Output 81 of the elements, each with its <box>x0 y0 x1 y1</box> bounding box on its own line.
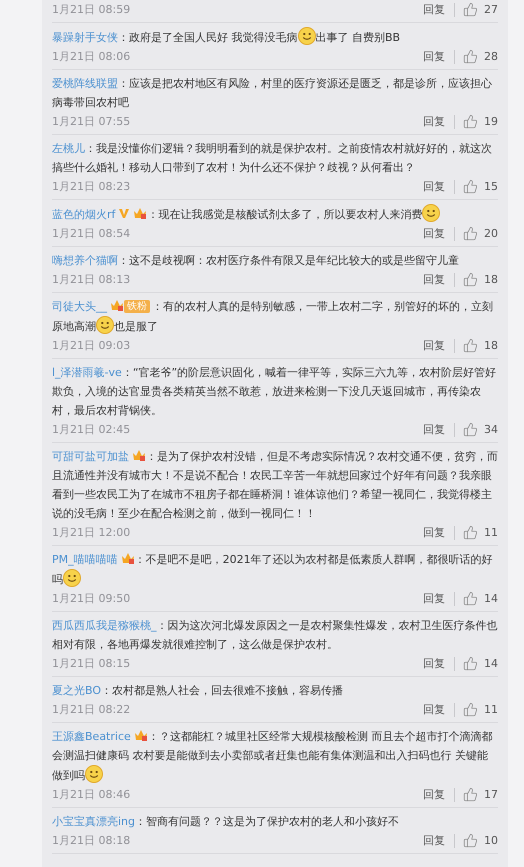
reply-link[interactable]: 回复 <box>423 114 455 128</box>
reply-link[interactable]: 回复 <box>423 180 455 194</box>
comment-time: 1月21日 09:03 <box>52 338 132 353</box>
thumbs-up-icon[interactable] <box>463 114 478 129</box>
comment-text: 夏之光BO：农村都是熟人社会，回去很难不接触，容易传播 <box>52 683 344 699</box>
like-count: 15 <box>484 180 498 193</box>
comment-time: 1月21日 08:06 <box>52 49 132 64</box>
reply-link[interactable]: 回复 <box>423 338 455 352</box>
reply-link[interactable]: 回复 <box>423 702 455 716</box>
thumbs-up-icon[interactable] <box>463 272 478 287</box>
comment-time: 1月21日 08:54 <box>52 226 132 241</box>
thumbs-up-icon[interactable] <box>463 656 478 671</box>
comment-text: 嗨想养个猫啊：这不是歧视啊：农村医疗条件有限又是年纪比较大的或是些留守儿童 <box>52 253 460 269</box>
reply-link[interactable]: 回复 <box>423 788 455 802</box>
comment-time: 1月21日 08:13 <box>52 272 132 287</box>
thumbs-up-icon[interactable] <box>463 787 478 802</box>
like-count: 18 <box>484 339 498 352</box>
comment-text: 西瓜西瓜我是猕猴桃_：因为这次河北爆发原因之一是农村聚集性爆发，农村卫生医疗条件也相对有限，各地再爆发就很难控制了，这么做是保护农村。 <box>52 618 498 653</box>
comment-time: 1月21日 08:18 <box>52 833 132 848</box>
crown-icon <box>120 552 135 565</box>
like-count: 10 <box>484 834 498 847</box>
comment-time: 1月21日 09:50 <box>52 591 132 606</box>
thumbs-up-icon[interactable] <box>463 591 478 606</box>
thumbs-up-icon[interactable] <box>463 702 478 717</box>
thumbs-up-icon[interactable] <box>463 833 478 848</box>
thumbs-up-icon[interactable] <box>463 525 478 540</box>
reply-link[interactable]: 回复 <box>423 50 455 64</box>
v-icon <box>118 207 130 219</box>
reply-link[interactable]: 回复 <box>423 834 455 848</box>
thumbs-up-icon[interactable] <box>463 49 478 64</box>
thumbs-up-icon[interactable] <box>463 338 478 353</box>
comment-time: 1月21日 08:59 <box>52 2 132 17</box>
reply-link[interactable]: 回复 <box>423 272 455 286</box>
reply-link[interactable]: 回复 <box>423 656 455 670</box>
comment-text: 司徒大头__ 铁粉 ：有的农村人真的是特别敏感，一带上农村二字，别管好的坏的，立刻原地高潮 也是服了 <box>52 298 494 336</box>
comment-time: 1月21日 07:55 <box>52 114 132 129</box>
comment-time: 1月21日 08:46 <box>52 787 132 802</box>
reply-link[interactable]: 回复 <box>423 526 455 540</box>
smile-emoji-icon <box>63 569 81 587</box>
like-count: 28 <box>484 50 498 63</box>
thumbs-up-icon[interactable] <box>463 226 478 241</box>
crown-icon <box>133 207 148 220</box>
reply-link[interactable]: 回复 <box>423 422 455 436</box>
comment-time: 1月21日 12:00 <box>52 525 132 540</box>
comment-text: 爱桃阵线联盟：应该是把农村地区有风险，村里的医疗资源还是匮乏，都是诊所，应该担心病毒带回农村吧 <box>52 76 493 111</box>
thumbs-up-icon[interactable] <box>463 422 478 437</box>
comment-time: 1月21日 08:23 <box>52 179 132 194</box>
crown-icon <box>132 449 146 462</box>
smile-emoji-icon <box>96 316 114 334</box>
smile-emoji-icon <box>298 27 316 45</box>
comment-text: 左桃儿：我是没懂你们逻辑？我明明看到的就是保护农村。之前疫情农村就好好的，就这次搞些什么婚礼！移动人口带到了农村！为什么还不保护？歧视？从何看出？ <box>52 141 493 176</box>
like-count: 34 <box>484 423 498 436</box>
reply-link[interactable]: 回复 <box>423 2 455 16</box>
like-count: 27 <box>484 3 498 16</box>
smile-emoji-icon <box>85 765 103 783</box>
reply-link[interactable]: 回复 <box>423 226 455 240</box>
thumbs-up-icon[interactable] <box>463 179 478 194</box>
thumbs-up-icon[interactable] <box>463 2 478 17</box>
comment-time: 1月21日 02:45 <box>52 422 132 437</box>
comment-text: 小宝宝真漂亮ing：智商有问题？？这是为了保护农村的老人和小孩好不 <box>52 814 400 830</box>
comment-text: PM_喵喵喵喵 ：不是吧不是吧，2021年了还以为农村都是低素质人群啊，都很听话的好吗 <box>52 551 494 589</box>
comment-time: 1月21日 08:15 <box>52 656 132 671</box>
like-count: 11 <box>484 703 498 716</box>
like-count: 14 <box>484 592 498 605</box>
like-count: 17 <box>484 788 498 801</box>
comment-text: l_泽潜雨羲-ve：“官老爷”的阶层意识固化，喊着一律平等，实际三六九等，农村阶层好管好欺负，入境的达官显贵各类精英当然不敢惹，放进来检测一下没几天返回城市，再传染农村，最后农村背锅侠。 <box>52 365 498 419</box>
fan-tag: 铁粉 <box>124 300 150 313</box>
like-count: 11 <box>484 526 498 539</box>
like-count: 20 <box>484 227 498 240</box>
like-count: 14 <box>484 657 498 670</box>
comment-text: 可甜可盐可加盐 ：是为了保护农村没错，但是不考虑实际情况？农村交通不便，贫穷，而且流通性并没有城市大！不是说不配合！农民工辛苦一年就想回家过个好年有问题？我亲眼看到一些农民工为了在城市不租房子都在睡桥洞！谁体谅他们？希望一视同仁，我觉得楼主说的没毛病！至少在配合检测之前，做到一视同仁！！ <box>52 448 498 522</box>
comment-text: 蓝色的烟火rf ：现在让我感觉是核酸试剂太多了，所以要农村人来消费 <box>52 204 498 224</box>
smile-emoji-icon <box>422 204 440 222</box>
crown-icon <box>134 729 148 742</box>
comment-text: 王源鑫Beatrice ：？这都能杠？城里社区经常大规模核酸检测 而且去个超市打个滴滴都会测温扫健康码 农村要是能做到去小卖部或者赶集也能有集体测温和出入扫码也行 关键能做到吗 <box>52 728 494 785</box>
crown-icon <box>110 299 124 312</box>
like-count: 18 <box>484 273 498 286</box>
comment-time: 1月21日 08:22 <box>52 702 132 717</box>
like-count: 19 <box>484 115 498 128</box>
reply-link[interactable]: 回复 <box>423 592 455 606</box>
comment-text: 暴躁射手女侠：政府是了全国人民好 我觉得没毛病 出事了 自费别BB <box>52 27 498 47</box>
